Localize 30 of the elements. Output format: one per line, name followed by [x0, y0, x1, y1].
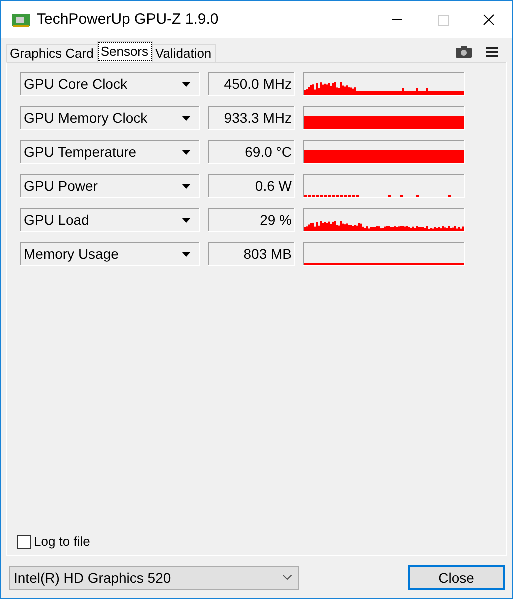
checkbox[interactable]	[17, 534, 31, 548]
caret-icon	[182, 116, 191, 120]
graphics-card-icon	[11, 12, 31, 28]
tab[interactable]: Graphics Card	[6, 44, 98, 62]
sensor-value: 29 %	[208, 208, 295, 232]
caret-icon	[182, 184, 191, 188]
sensor-value: 69.0 °C	[208, 140, 295, 164]
tab[interactable]: Validation	[152, 44, 216, 62]
caret-icon	[182, 252, 191, 256]
close-button[interactable]: Close	[408, 565, 505, 590]
tab[interactable]: Sensors	[96, 41, 153, 62]
sensor-value: 933.3 MHz	[208, 106, 295, 130]
sensor-dropdown[interactable]: GPU Memory Clock	[20, 106, 200, 130]
checkbox-label: Log to file	[34, 534, 90, 549]
sensor-dropdown[interactable]: GPU Core Clock	[20, 72, 200, 96]
chevron-icon	[283, 575, 292, 580]
sensor-value: 450.0 MHz	[208, 72, 295, 96]
sensor-value: 803 MB	[208, 242, 295, 266]
window-title: TechPowerUp GPU-Z 1.9.0	[37, 11, 220, 28]
camera-icon[interactable]	[456, 45, 472, 59]
sensor-dropdown[interactable]: Memory Usage	[20, 242, 200, 266]
sensor-value: 0.6 W	[208, 174, 295, 198]
device-dropdown[interactable]: Intel(R) HD Graphics 520	[9, 566, 299, 590]
sensor-dropdown[interactable]: GPU Power	[20, 174, 200, 198]
caret-icon	[182, 150, 191, 154]
sensor-dropdown[interactable]: GPU Load	[20, 208, 200, 232]
menu-icon[interactable]	[484, 45, 500, 59]
caret-icon	[182, 82, 191, 86]
sensor-dropdown[interactable]: GPU Temperature	[20, 140, 200, 164]
caret-icon	[182, 218, 191, 222]
